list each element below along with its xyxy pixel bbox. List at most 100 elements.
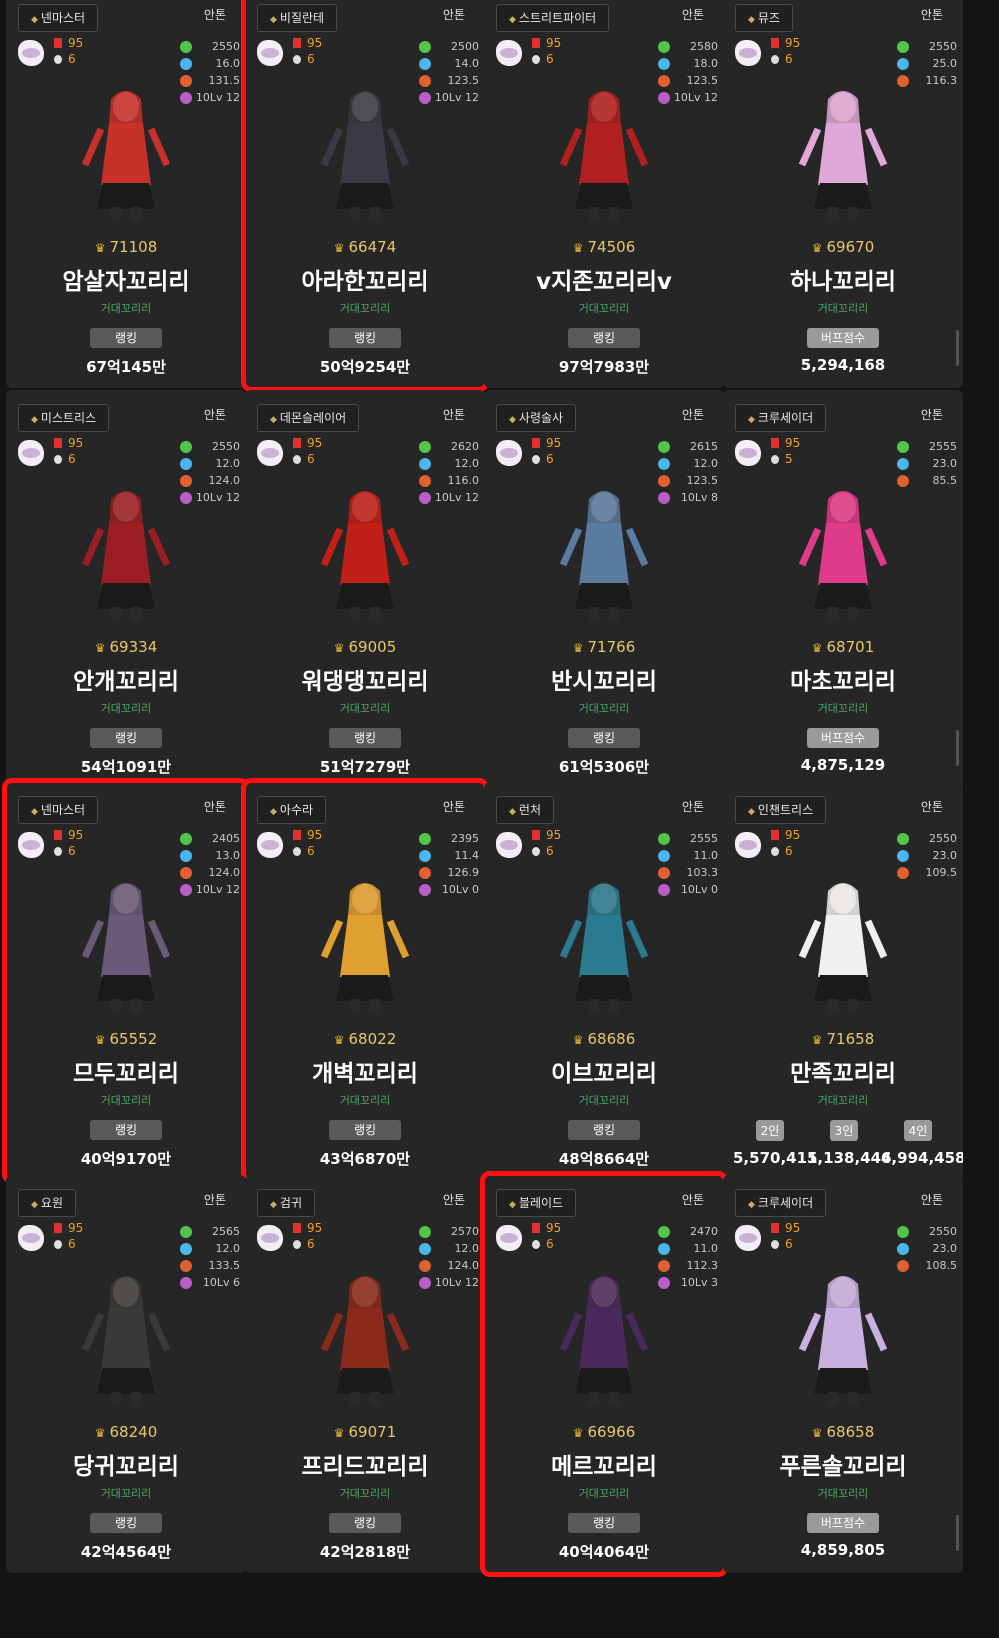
score-value: 68022 bbox=[348, 1030, 397, 1048]
server-name: 안톤 bbox=[920, 8, 943, 22]
stat-value: 2550 bbox=[929, 832, 957, 845]
character-card[interactable]: ◆ 인챈트리스 안톤 95 6 2550 23.0 109.5 ♛ 71658 만족꼬리리 거대꼬리리… bbox=[723, 782, 963, 1180]
guild-name: 거대꼬리리 bbox=[817, 302, 869, 315]
character-card[interactable]: ◆ 넨마스터 안톤 95 6 2550 16.0 131.5 10Lv 12 ♛ 71108 암살자꼬… bbox=[6, 0, 246, 388]
character-card[interactable]: ◆ 미스트리스 안톤 95 6 2550 12.0 124.0 10Lv 12 ♛ 69334 안개꼬… bbox=[6, 390, 246, 788]
stat-value: 10Lv 12 bbox=[434, 491, 479, 504]
stat-value: 2555 bbox=[690, 832, 718, 845]
avatar-icon bbox=[257, 832, 283, 858]
character-card[interactable]: ◆ 검귀 안톤 95 6 2570 12.0 124.0 10Lv 12 ♛ 69071 프리드꼬리리… bbox=[245, 1175, 485, 1573]
level-row: 95 bbox=[54, 828, 83, 843]
leaf-icon bbox=[658, 40, 670, 53]
character-card[interactable]: ◆ 스트리트파이터 안톤 95 6 2580 18.0 123.5 10Lv 12 ♛ 74506 v… bbox=[484, 0, 724, 388]
stat-row: 10Lv 12 bbox=[180, 89, 240, 106]
level-row: 95 bbox=[54, 1221, 83, 1236]
crown-icon: ♛ bbox=[94, 1033, 106, 1047]
damage-value: 42억2818만 bbox=[319, 1543, 411, 1561]
scrollbar[interactable] bbox=[956, 1515, 959, 1551]
level2-value: 6 bbox=[307, 844, 315, 858]
cross-icon bbox=[658, 1259, 670, 1272]
stat-value: 2550 bbox=[929, 40, 957, 53]
crown-icon: ♛ bbox=[572, 241, 584, 255]
character-name[interactable]: 프리드꼬리리 bbox=[245, 1447, 485, 1481]
rank-col: 3인 5,138,446 bbox=[807, 1120, 891, 1167]
pet-icon bbox=[54, 847, 62, 856]
stat-row: 124.0 bbox=[180, 472, 240, 489]
level-value: 95 bbox=[307, 1221, 323, 1235]
stat-row: 13.0 bbox=[180, 847, 240, 864]
scrollbar[interactable] bbox=[956, 730, 959, 766]
character-name[interactable]: 푸른솔꼬리리 bbox=[723, 1447, 963, 1481]
character-card[interactable]: ◆ 크루세이더 안톤 95 5 2555 23.0 85.5 ♛ 68701 마초꼬리리 거대꼬리리 버… bbox=[723, 390, 963, 788]
character-card[interactable]: ◆ 뮤즈 안톤 95 6 2550 25.0 116.3 ♛ 69670 하나꼬리리 거대꼬리리 버프점… bbox=[723, 0, 963, 388]
stat-row: 10Lv 12 bbox=[180, 881, 240, 898]
character-name[interactable]: 암살자꼬리리 bbox=[6, 262, 246, 296]
character-name[interactable]: 만족꼬리리 bbox=[723, 1054, 963, 1088]
rank-value: 5,570,411 bbox=[733, 1149, 818, 1167]
stat-value: 116.0 bbox=[447, 474, 480, 487]
level-value: 95 bbox=[546, 1221, 562, 1235]
character-card[interactable]: ◆ 사령술사 안톤 95 6 2615 12.0 123.5 10Lv 8 ♛ 71766 반시꼬리리… bbox=[484, 390, 724, 788]
aura-icon bbox=[180, 91, 192, 104]
character-name[interactable]: 므두꼬리리 bbox=[6, 1054, 246, 1088]
character-card[interactable]: ◆ 블레이드 안톤 95 6 2470 11.0 112.3 10Lv 3 ♛ 66966 메르꼬리리… bbox=[480, 1171, 728, 1577]
character-card[interactable]: ◆ 요원 안톤 95 6 2565 12.0 133.5 10Lv 6 ♛ 68240 당귀꼬리리 거대… bbox=[6, 1175, 246, 1573]
level-flag-icon bbox=[54, 830, 62, 840]
stats-list: 2555 11.0 103.3 10Lv 0 bbox=[658, 830, 718, 898]
server-name: 안톤 bbox=[681, 1193, 704, 1207]
character-name[interactable]: 이브꼬리리 bbox=[484, 1054, 724, 1088]
character-name[interactable]: 메르꼬리리 bbox=[484, 1447, 724, 1481]
character-name[interactable]: 하나꼬리리 bbox=[723, 262, 963, 296]
character-name[interactable]: v지존꼬리리v bbox=[484, 262, 724, 296]
job-badge: ◆ 스트리트파이터 bbox=[496, 4, 610, 32]
job-icon: ◆ bbox=[509, 1200, 516, 1210]
scrollbar[interactable] bbox=[956, 330, 959, 366]
stat-value: 12.0 bbox=[215, 1242, 241, 1255]
character-name[interactable]: 마초꼬리리 bbox=[723, 662, 963, 696]
level2-row: 6 bbox=[771, 844, 793, 859]
level2-row: 6 bbox=[293, 452, 315, 467]
guild-name: 거대꼬리리 bbox=[578, 702, 630, 715]
character-name[interactable]: 안개꼬리리 bbox=[6, 662, 246, 696]
stat-value: 18.0 bbox=[693, 57, 719, 70]
stat-row: 2550 bbox=[897, 38, 957, 55]
character-card[interactable]: ◆ 데몬슬레이어 안톤 95 6 2620 12.0 116.0 10Lv 12 ♛ 69005 워댕… bbox=[245, 390, 485, 788]
adventure-score: ♛ 68686 bbox=[484, 1030, 724, 1048]
crown-icon: ♛ bbox=[572, 641, 584, 655]
leaf-icon bbox=[419, 440, 431, 453]
rank-col: 4인 4,994,458 bbox=[881, 1120, 963, 1167]
aura-icon bbox=[658, 1276, 670, 1289]
character-name[interactable]: 아라한꼬리리 bbox=[245, 262, 485, 296]
character-sprite bbox=[310, 1270, 420, 1410]
cross-icon bbox=[658, 866, 670, 879]
job-badge: ◆ 블레이드 bbox=[496, 1189, 577, 1217]
level2-row: 6 bbox=[54, 52, 76, 67]
character-card[interactable]: ◆ 크루세이더 안톤 95 6 2550 23.0 108.5 ♛ 68658 푸른솔꼬리리 거대꼬리… bbox=[723, 1175, 963, 1573]
damage-value: 5,294,168 bbox=[800, 356, 886, 374]
star-icon bbox=[658, 457, 670, 470]
character-name[interactable]: 당귀꼬리리 bbox=[6, 1447, 246, 1481]
stat-value: 124.0 bbox=[208, 474, 241, 487]
stat-value: 2555 bbox=[929, 440, 957, 453]
character-name[interactable]: 워댕댕꼬리리 bbox=[245, 662, 485, 696]
adventure-score: ♛ 66966 bbox=[484, 1423, 724, 1441]
level-flag-icon bbox=[771, 38, 779, 48]
rank-pill: 랭킹 bbox=[329, 1120, 401, 1140]
stat-row: 85.5 bbox=[897, 472, 957, 489]
level2-value: 6 bbox=[307, 452, 315, 466]
stat-value: 108.5 bbox=[925, 1259, 958, 1272]
character-card[interactable]: ◆ 아수라 안톤 95 6 2395 11.4 126.9 10Lv 0 ♛ 68022 개벽꼬리리 거… bbox=[241, 778, 489, 1184]
character-card[interactable]: ◆ 비질란테 안톤 95 6 2500 14.0 123.5 10Lv 12 ♛ 66474 아라한꼬… bbox=[241, 0, 489, 392]
cross-icon bbox=[419, 866, 431, 879]
stat-value: 10Lv 0 bbox=[441, 883, 479, 896]
character-card[interactable]: ◆ 넨마스터 안톤 95 6 2405 13.0 124.0 10Lv 12 ♛ 65552 므두꼬리… bbox=[2, 778, 250, 1184]
character-name[interactable]: 개벽꼬리리 bbox=[245, 1054, 485, 1088]
character-name[interactable]: 반시꼬리리 bbox=[484, 662, 724, 696]
stat-value: 10Lv 6 bbox=[202, 1276, 240, 1289]
rank-pill: 랭킹 bbox=[90, 728, 162, 748]
stat-row: 12.0 bbox=[658, 455, 718, 472]
character-card[interactable]: ◆ 런처 안톤 95 6 2555 11.0 103.3 10Lv 0 ♛ 68686 이브꼬리리 거대… bbox=[484, 782, 724, 1180]
stat-row: 112.3 bbox=[658, 1257, 718, 1274]
level-row: 95 bbox=[293, 828, 322, 843]
stat-row: 133.5 bbox=[180, 1257, 240, 1274]
